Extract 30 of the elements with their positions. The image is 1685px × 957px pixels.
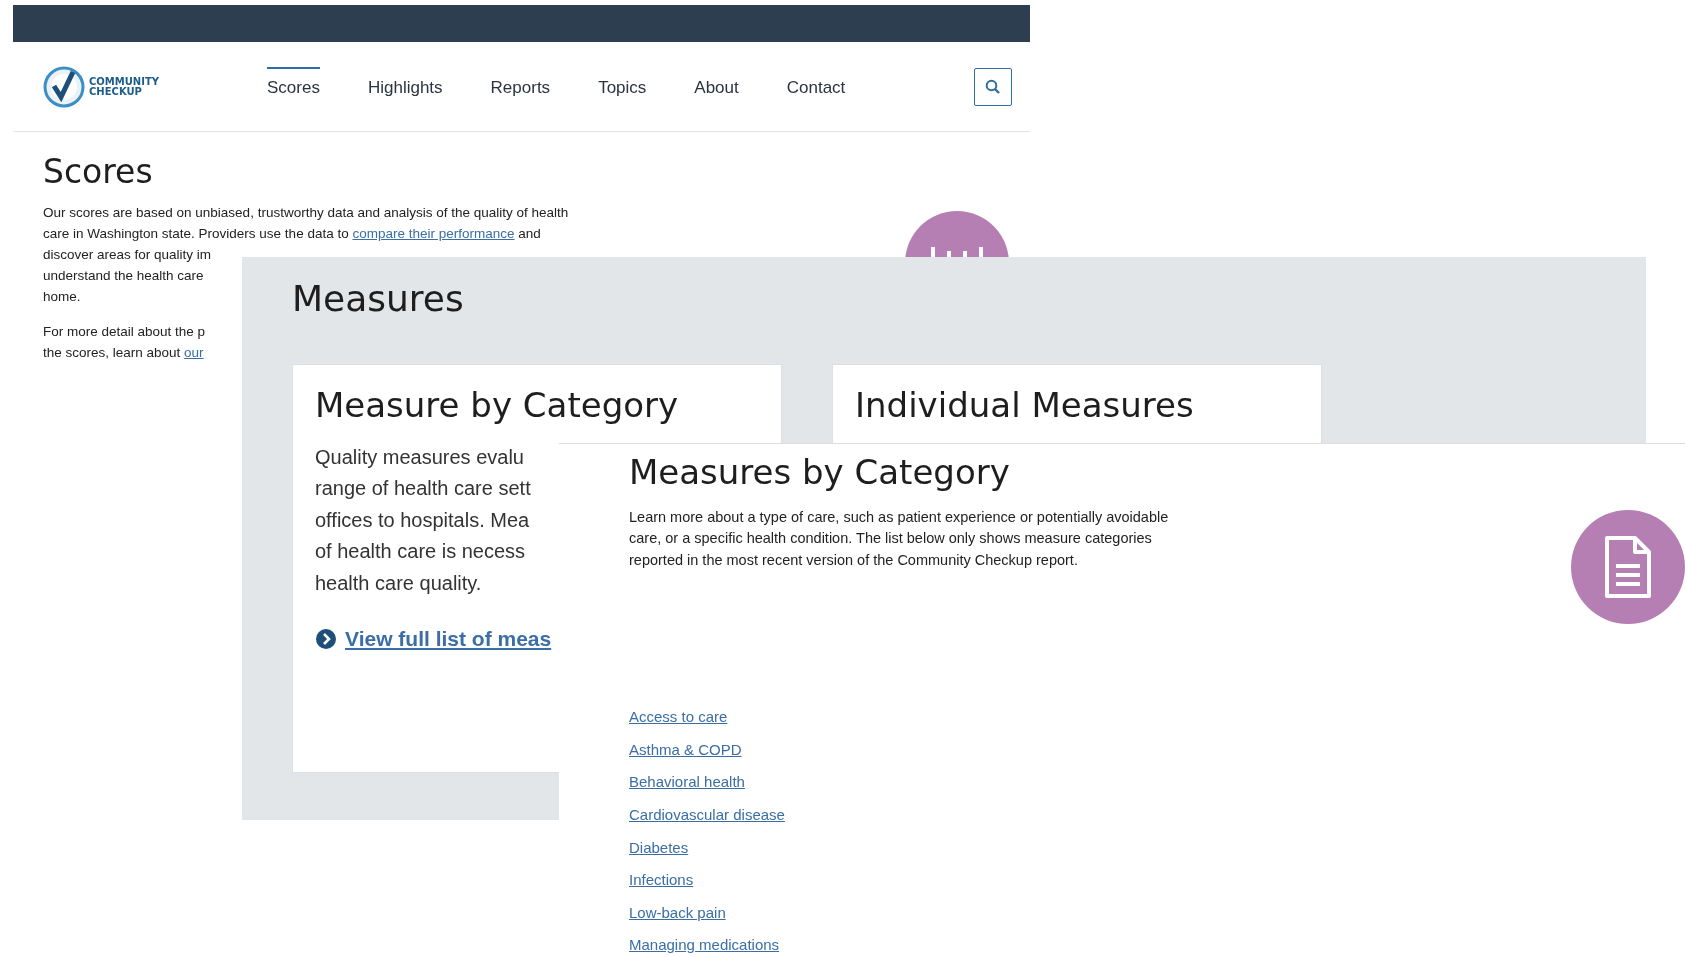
- category-link[interactable]: Infections: [629, 870, 694, 891]
- chevron-circle-icon: [315, 628, 337, 651]
- category-link[interactable]: Diabetes: [629, 837, 689, 858]
- card-title: Individual Measures: [855, 385, 1195, 426]
- section-title: Measures by Category: [629, 452, 1011, 493]
- nav-link[interactable]: Scores: [267, 66, 320, 107]
- nav-link[interactable]: Topics: [598, 66, 647, 107]
- search-icon: [985, 78, 1001, 95]
- description-text: Learn more about a type of care, such as patient experience or potentially avoidable care, or a specific health condition. The list below only shows measure categories reported in the most recent version of the Community Checkup report.: [629, 507, 1170, 570]
- page-title: Scores: [43, 152, 154, 192]
- category-link[interactable]: Cardiovascular disease: [629, 805, 785, 826]
- category-link[interactable]: Access to care: [629, 707, 728, 728]
- nav-link[interactable]: About: [694, 66, 739, 107]
- search-button[interactable]: [974, 67, 1012, 106]
- nav-link[interactable]: Highlights: [367, 66, 443, 107]
- card-text: Quality measures evalu range of health care sett offices to hospitals. Mea of health care is necess health care quality.: [315, 445, 531, 596]
- logo-text: CHECKUP: [89, 86, 143, 97]
- section-title: Measures: [292, 277, 465, 321]
- checkmark-logo-icon: [43, 65, 85, 108]
- text-link[interactable]: compare their performance: [352, 225, 515, 241]
- nav-link[interactable]: Reports: [490, 66, 551, 107]
- category-link[interactable]: Asthma & COPD: [629, 739, 742, 760]
- text-link[interactable]: our: [184, 344, 204, 360]
- card-title: Measure by Category: [315, 385, 680, 426]
- text-link[interactable]: View full list of meas: [345, 623, 552, 655]
- nav-link[interactable]: Contact: [786, 66, 846, 107]
- category-link[interactable]: Low-back pain: [629, 902, 726, 923]
- category-link[interactable]: Managing medications: [629, 935, 780, 956]
- logo-text: COMMUNITY: [89, 76, 159, 87]
- category-link[interactable]: Behavioral health: [629, 772, 745, 793]
